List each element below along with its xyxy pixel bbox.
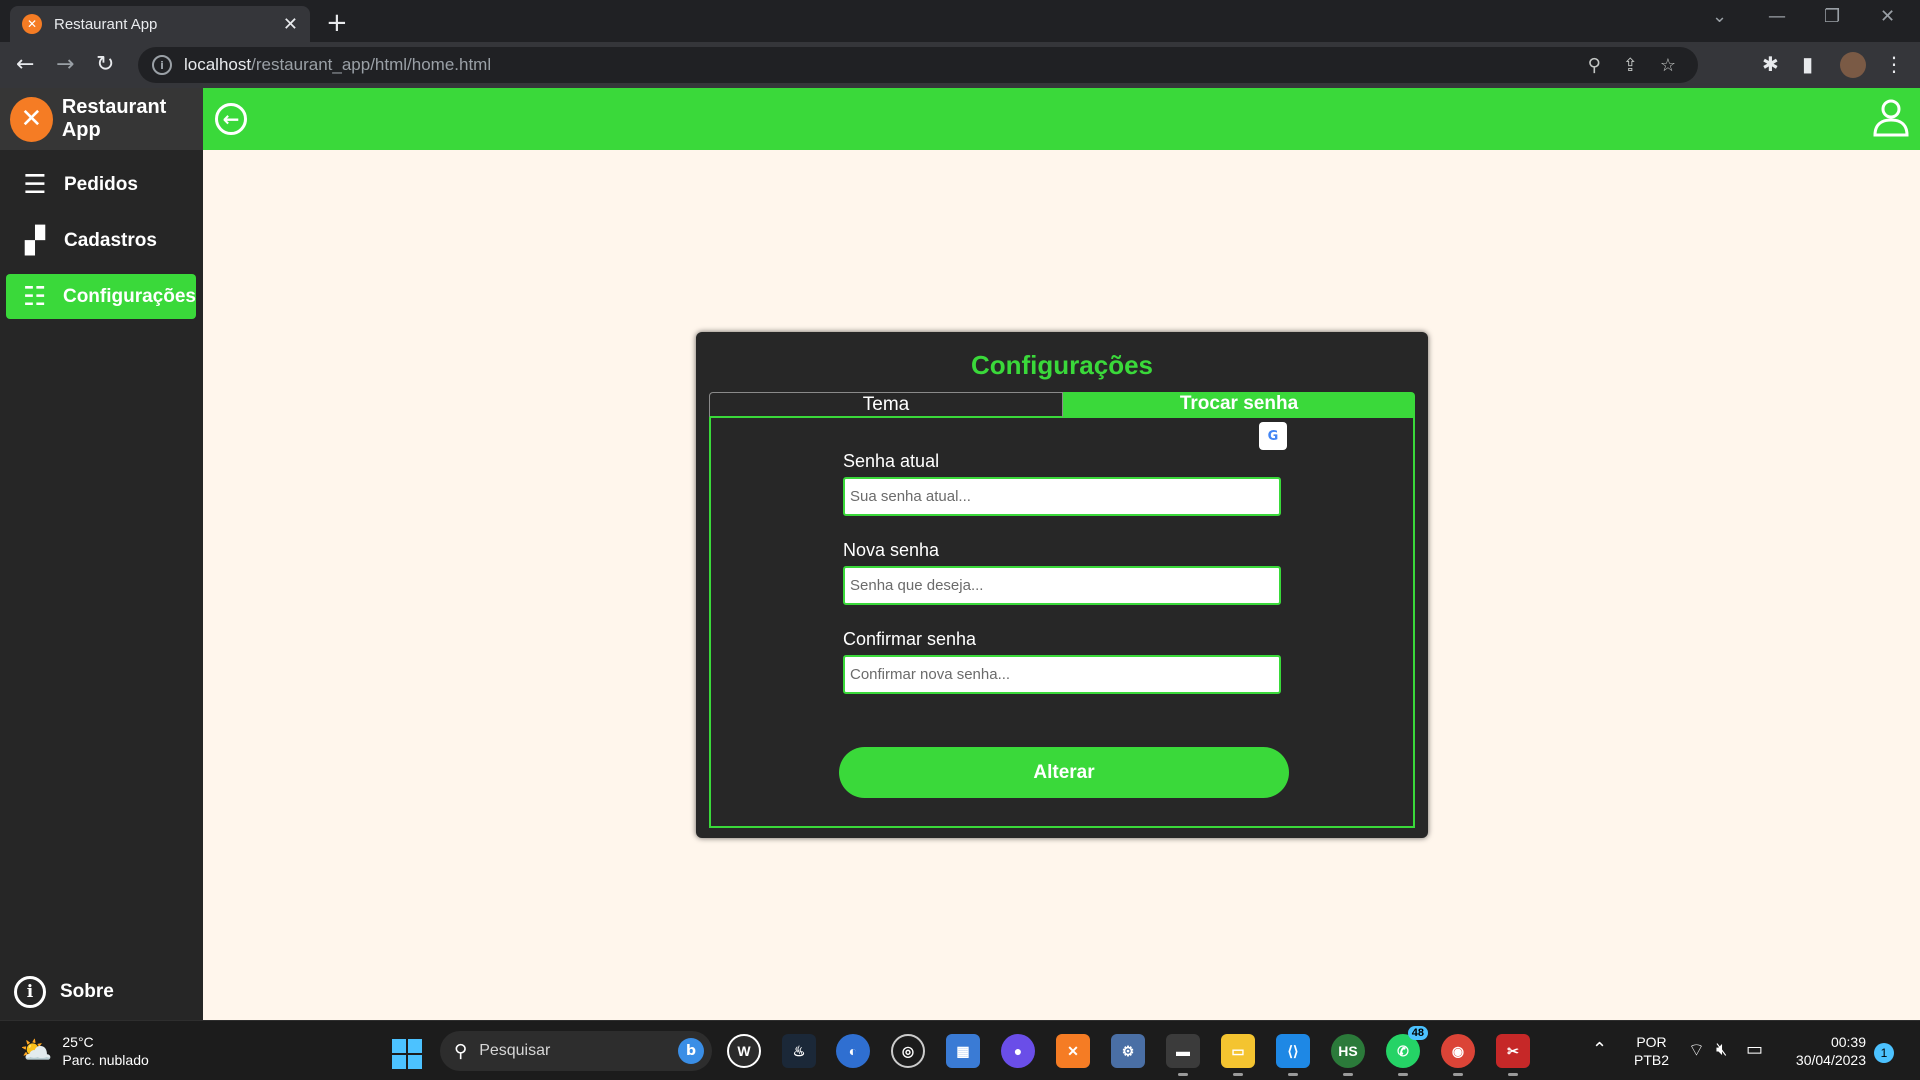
- clock-time: 00:39: [1830, 1034, 1866, 1050]
- forward-arrow-icon[interactable]: →: [56, 52, 74, 77]
- back-arrow-icon[interactable]: ←: [16, 52, 34, 77]
- language-indicator[interactable]: POR PTB2: [1634, 1033, 1669, 1069]
- site-info-icon[interactable]: i: [152, 55, 172, 75]
- search-icon: ⚲: [454, 1040, 468, 1062]
- sidebar: ✕ Restaurant App ☰ Pedidos ▞ Cadastros ☷…: [0, 88, 203, 1020]
- steam-icon[interactable]: ♨: [782, 1034, 816, 1068]
- confirm-password-input[interactable]: [843, 655, 1281, 694]
- weather-temp: 25°C: [62, 1034, 94, 1050]
- url-text[interactable]: localhost/restaurant_app/html/home.html: [184, 55, 1588, 75]
- sidebar-item-configuracoes[interactable]: ☷ Configurações: [6, 274, 196, 319]
- minimize-icon[interactable]: —: [1768, 6, 1786, 27]
- zoom-icon[interactable]: ⚲: [1588, 55, 1601, 76]
- restaurant-logo-icon: ✕: [10, 96, 53, 142]
- wifi-icon[interactable]: ⌔: [1688, 1039, 1705, 1062]
- bookmark-star-icon[interactable]: ☆: [1660, 55, 1676, 76]
- address-bar[interactable]: i localhost/restaurant_app/html/home.htm…: [138, 47, 1698, 83]
- brand: ✕ Restaurant App: [0, 88, 203, 150]
- browser-menu-icon[interactable]: ⋮: [1884, 52, 1904, 76]
- windows-start-icon[interactable]: [392, 1039, 422, 1069]
- taskbar-search[interactable]: ⚲ Pesquisar b: [440, 1031, 712, 1071]
- browser-tab-title: Restaurant App: [54, 15, 158, 33]
- sidebar-item-label: Pedidos: [64, 173, 138, 195]
- settings-tabs: Tema Trocar senha: [709, 392, 1415, 418]
- share-icon[interactable]: ⇪: [1623, 55, 1638, 76]
- circle-app-icon[interactable]: ●: [1001, 1034, 1035, 1068]
- current-password-label: Senha atual: [843, 451, 940, 471]
- browser-tab[interactable]: ✕ Restaurant App ✕: [10, 6, 310, 42]
- settings-card: Configurações Tema Trocar senha G Senha …: [696, 332, 1428, 838]
- weather-desc: Parc. nublado: [62, 1052, 149, 1068]
- back-button[interactable]: ←: [215, 103, 247, 135]
- user-profile-icon[interactable]: [1872, 98, 1910, 138]
- new-password-label: Nova senha: [843, 540, 940, 560]
- boxes-icon: ▞: [25, 225, 45, 256]
- search-placeholder: Pesquisar: [479, 1042, 551, 1059]
- brand-name: Restaurant App: [61, 96, 167, 141]
- google-translate-icon[interactable]: G: [1259, 422, 1287, 450]
- new-password-input[interactable]: [843, 566, 1281, 605]
- sidebar-item-label: Cadastros: [64, 229, 157, 251]
- notification-badge[interactable]: 1: [1874, 1043, 1894, 1063]
- app-favicon-icon: ✕: [22, 14, 42, 34]
- whatsapp-icon[interactable]: ✆ 48: [1386, 1026, 1428, 1076]
- terminal-app-icon[interactable]: ▬: [1166, 1034, 1200, 1076]
- app-header: ←: [203, 88, 1920, 150]
- info-icon: i: [14, 976, 46, 1008]
- chrome-icon[interactable]: ◉: [1441, 1034, 1475, 1076]
- browser-toolbar: ← → ↻ i localhost/restaurant_app/html/ho…: [0, 42, 1920, 88]
- partly-cloudy-icon: ⛅: [20, 1036, 53, 1066]
- hs-app-icon[interactable]: HS: [1331, 1034, 1365, 1076]
- app-viewport: ✕ Restaurant App ☰ Pedidos ▞ Cadastros ☷…: [0, 88, 1920, 1020]
- wps-icon[interactable]: W: [727, 1034, 761, 1068]
- clock[interactable]: 00:39 30/04/2023: [1786, 1033, 1866, 1069]
- tray-overflow-icon[interactable]: ⌃: [1592, 1039, 1607, 1060]
- language-code: POR: [1636, 1034, 1667, 1050]
- current-password-input[interactable]: [843, 477, 1281, 516]
- sliders-icon: ☷: [22, 281, 47, 312]
- obs-icon[interactable]: ◎: [891, 1034, 925, 1068]
- restore-icon[interactable]: ❐: [1824, 6, 1840, 27]
- new-tab-icon[interactable]: +: [326, 8, 348, 38]
- confirm-password-label: Confirmar senha: [843, 629, 977, 649]
- window-close-icon[interactable]: ✕: [1880, 6, 1895, 27]
- bing-icon[interactable]: b: [678, 1038, 704, 1064]
- sidebar-item-cadastros[interactable]: ▞ Cadastros: [6, 218, 196, 263]
- tab-tema[interactable]: Tema: [709, 392, 1063, 418]
- side-panel-icon[interactable]: ▮: [1802, 52, 1813, 76]
- sidebar-item-sobre[interactable]: i Sobre: [14, 976, 114, 1008]
- settings-gear-icon[interactable]: ⚙: [1111, 1034, 1145, 1068]
- store-icon[interactable]: ▦: [946, 1034, 980, 1068]
- battery-icon[interactable]: ▭: [1746, 1039, 1763, 1060]
- tab-trocar-senha[interactable]: Trocar senha: [1063, 392, 1415, 418]
- volume-muted-icon[interactable]: 🔇︎: [1716, 1039, 1727, 1060]
- keyboard-layout: PTB2: [1634, 1052, 1670, 1068]
- sidebar-item-pedidos[interactable]: ☰ Pedidos: [6, 162, 196, 207]
- reload-icon[interactable]: ↻: [96, 52, 114, 77]
- vscode-icon[interactable]: ⟨⟩: [1276, 1034, 1310, 1076]
- extensions-icon[interactable]: ✱: [1762, 52, 1779, 76]
- file-explorer-icon[interactable]: ▭: [1221, 1034, 1255, 1076]
- settings-title: Configurações: [970, 350, 1154, 380]
- list-icon: ☰: [23, 169, 47, 200]
- change-password-panel: G Senha atual Nova senha Confirmar senha…: [709, 417, 1415, 828]
- profile-avatar[interactable]: [1840, 52, 1866, 78]
- alterar-button[interactable]: Alterar: [839, 747, 1289, 798]
- snipping-tool-icon[interactable]: ✂: [1496, 1034, 1530, 1076]
- whatsapp-badge: 48: [1407, 1026, 1428, 1040]
- xampp-icon[interactable]: ✕: [1056, 1034, 1090, 1068]
- sidebar-item-label: Configurações: [62, 285, 196, 307]
- weather-widget[interactable]: ⛅ 25°C Parc. nublado: [20, 1033, 149, 1069]
- close-tab-icon[interactable]: ✕: [283, 14, 298, 35]
- clock-date: 30/04/2023: [1795, 1052, 1866, 1068]
- browser-tabstrip: ✕ Restaurant App ✕ + ⌄ — ❐ ✕: [0, 0, 1920, 42]
- windows-taskbar: ⛅ 25°C Parc. nublado ⚲ Pesquisar b W ♨ ◐…: [0, 1020, 1920, 1080]
- tab-search-icon[interactable]: ⌄: [1712, 6, 1727, 27]
- browser-app-icon[interactable]: ◐: [836, 1034, 870, 1068]
- sidebar-item-label: Sobre: [60, 981, 114, 1002]
